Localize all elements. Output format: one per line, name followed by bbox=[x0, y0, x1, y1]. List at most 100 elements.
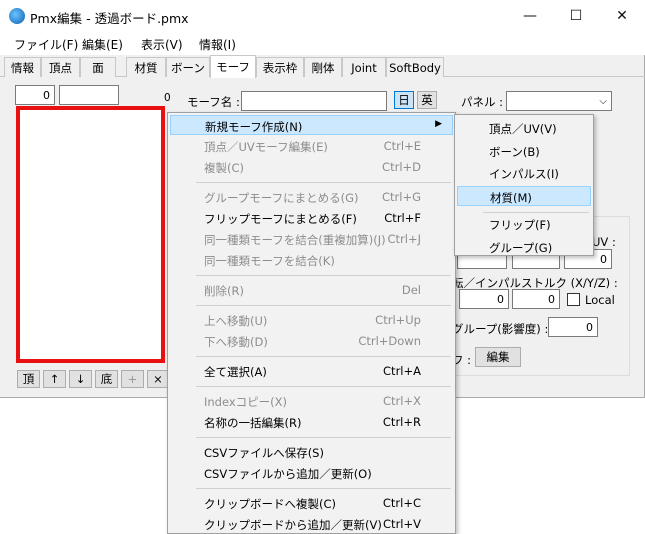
context-menu-item-shortcut: Ctrl+G bbox=[381, 190, 421, 204]
context-menu-item[interactable]: CSVファイルへ保存(S) bbox=[170, 442, 453, 462]
uv-label: UV : bbox=[592, 235, 616, 249]
edit-button[interactable]: 編集 bbox=[475, 347, 521, 367]
context-menu-item-shortcut: Ctrl+E bbox=[383, 139, 421, 153]
group-weight-input[interactable]: 0 bbox=[548, 317, 598, 337]
context-menu-item[interactable]: クリップボードから追加／更新(V) Ctrl+V bbox=[170, 514, 453, 534]
move-up-button[interactable]: ↑ bbox=[43, 370, 66, 388]
context-menu-item-label: 複製(C) bbox=[204, 161, 245, 175]
window-title: Pmx編集 - 透過ボード.pmx bbox=[30, 11, 189, 26]
local-checkbox[interactable] bbox=[567, 293, 580, 306]
submenu-item[interactable]: グループ(G) bbox=[457, 237, 591, 257]
context-menu-item[interactable]: 複製(C) Ctrl+D bbox=[170, 157, 453, 177]
group-weight-label: グループ(影響度) : bbox=[452, 322, 549, 336]
context-menu-item-label: 新規モーフ作成(N) bbox=[205, 120, 303, 134]
add-button[interactable]: + bbox=[121, 370, 144, 388]
context-menu-item[interactable]: 同一種類モーフを結合(重複加算)(J) Ctrl+J bbox=[170, 229, 453, 249]
context-menu-item-shortcut: Ctrl+X bbox=[383, 394, 421, 408]
morph-search-input[interactable] bbox=[59, 85, 119, 105]
menu-bar: ファイル(F) 編集(E) 表示(V) 情報(I) bbox=[0, 31, 645, 55]
close-button[interactable]: ✕ bbox=[599, 0, 645, 31]
context-menu-item-shortcut: Ctrl+Down bbox=[358, 334, 421, 348]
menu-separator bbox=[196, 305, 451, 306]
tab-material[interactable]: 材質 bbox=[126, 57, 166, 77]
english-name-button[interactable]: 英 bbox=[417, 91, 437, 109]
japanese-name-button[interactable]: 日 bbox=[394, 91, 414, 109]
submenu-item-label: 材質(M) bbox=[490, 190, 532, 205]
move-top-button[interactable]: 頂 bbox=[17, 370, 40, 388]
menu-edit[interactable]: 編集(E) bbox=[82, 36, 123, 53]
context-menu-item-label: 名称の一括編集(R) bbox=[204, 416, 302, 430]
context-menu-item-shortcut: Ctrl+D bbox=[382, 160, 421, 174]
context-menu-item[interactable]: グループモーフにまとめる(G) Ctrl+G bbox=[170, 187, 453, 207]
submenu-item[interactable]: ボーン(B) bbox=[457, 141, 591, 161]
rotation-x-input[interactable]: 0 bbox=[459, 289, 509, 309]
submenu-item-label: 頂点／UV(V) bbox=[489, 122, 557, 136]
context-menu-item-label: 頂点／UVモーフ編集(E) bbox=[204, 140, 328, 154]
context-menu-item-shortcut: Ctrl+V bbox=[383, 517, 421, 531]
chevron-down-icon: ⌵ bbox=[599, 95, 607, 107]
submenu-item[interactable]: 材質(M) bbox=[457, 185, 591, 206]
context-menu-item-label: 同一種類モーフを結合(K) bbox=[204, 254, 335, 268]
tab-morph[interactable]: モーフ bbox=[210, 55, 256, 78]
context-menu-item-label: Indexコピー(X) bbox=[204, 395, 288, 409]
context-menu-item-label: 下へ移動(D) bbox=[204, 335, 268, 349]
rotation-y-input[interactable]: 0 bbox=[512, 289, 560, 309]
move-down-button[interactable]: ↓ bbox=[69, 370, 92, 388]
context-menu-item-label: CSVファイルへ保存(S) bbox=[204, 446, 324, 460]
tab-vertex[interactable]: 頂点 bbox=[41, 57, 80, 77]
submenu-item-label: インパルス(I) bbox=[489, 167, 559, 181]
submenu-item-label: ボーン(B) bbox=[489, 144, 540, 159]
context-menu-item[interactable]: 頂点／UVモーフ編集(E) Ctrl+E bbox=[170, 136, 453, 156]
menu-separator bbox=[483, 212, 589, 213]
context-menu-item-label: フリップモーフにまとめる(F) bbox=[204, 212, 357, 226]
menu-info[interactable]: 情報(I) bbox=[199, 36, 236, 53]
context-menu-item[interactable]: 上へ移動(U) Ctrl+Up bbox=[170, 310, 453, 330]
context-menu-item-label: 同一種類モーフを結合(重複加算)(J) bbox=[204, 233, 386, 247]
menu-view[interactable]: 表示(V) bbox=[141, 36, 183, 53]
new-morph-submenu: 頂点／UV(V) ボーン(B) インパルス(I) 材質(M) フリップ(F) グループ(G… bbox=[454, 114, 594, 256]
title-bar: Pmx編集 - 透過ボード.pmx — ☐ ✕ bbox=[0, 0, 645, 31]
menu-separator bbox=[196, 437, 451, 438]
morph-name-input[interactable] bbox=[241, 91, 387, 111]
morph-list[interactable] bbox=[16, 106, 165, 363]
maximize-button[interactable]: ☐ bbox=[553, 0, 599, 31]
submenu-item-label: グループ(G) bbox=[489, 240, 553, 255]
tab-info[interactable]: 情報 bbox=[4, 57, 41, 77]
context-menu-item[interactable]: Indexコピー(X) Ctrl+X bbox=[170, 391, 453, 411]
context-menu-item[interactable]: 新規モーフ作成(N) ▶ bbox=[170, 115, 453, 135]
panel-select[interactable]: ⌵ bbox=[506, 91, 612, 111]
menu-separator bbox=[196, 182, 451, 183]
menu-separator bbox=[196, 488, 451, 489]
morph-count: 0 bbox=[164, 92, 171, 104]
context-menu-item-label: クリップボードへ複製(C) bbox=[204, 497, 337, 511]
tab-joint[interactable]: Joint bbox=[342, 57, 386, 77]
submenu-item[interactable]: フリップ(F) bbox=[457, 214, 591, 234]
menu-file[interactable]: ファイル(F) bbox=[14, 36, 78, 53]
context-menu-item[interactable]: 下へ移動(D) Ctrl+Down bbox=[170, 331, 453, 351]
context-menu-item[interactable]: クリップボードへ複製(C) Ctrl+C bbox=[170, 493, 453, 513]
submenu-item-label: フリップ(F) bbox=[489, 218, 551, 232]
context-menu-item[interactable]: 同一種類モーフを結合(K) bbox=[170, 250, 453, 270]
submenu-item[interactable]: インパルス(I) bbox=[457, 163, 591, 183]
move-bottom-button[interactable]: 底 bbox=[95, 370, 118, 388]
tab-face[interactable]: 面 bbox=[80, 57, 116, 77]
context-menu-item[interactable]: 名称の一括編集(R) Ctrl+R bbox=[170, 412, 453, 432]
delete-button[interactable]: × bbox=[147, 370, 169, 388]
tab-softbody[interactable]: SoftBody bbox=[386, 57, 444, 77]
context-menu-item-label: 上へ移動(U) bbox=[204, 314, 268, 328]
context-menu-item-shortcut: Del bbox=[401, 283, 421, 297]
context-menu-item-label: クリップボードから追加／更新(V) bbox=[204, 518, 382, 532]
context-menu-item-shortcut: Ctrl+A bbox=[383, 364, 421, 378]
tab-display-frame[interactable]: 表示枠 bbox=[256, 57, 304, 77]
tab-bone[interactable]: ボーン bbox=[166, 57, 210, 77]
context-menu-item-shortcut: Ctrl+R bbox=[382, 415, 421, 429]
context-menu-item[interactable]: 全て選択(A) Ctrl+A bbox=[170, 361, 453, 381]
tab-rigid-body[interactable]: 剛体 bbox=[304, 57, 342, 77]
morph-index-input[interactable]: 0 bbox=[15, 85, 55, 105]
context-menu-item[interactable]: CSVファイルから追加／更新(O) bbox=[170, 463, 453, 483]
context-menu-item[interactable]: 削除(R) Del bbox=[170, 280, 453, 300]
menu-separator bbox=[196, 356, 451, 357]
minimize-button[interactable]: — bbox=[507, 0, 553, 31]
context-menu-item[interactable]: フリップモーフにまとめる(F) Ctrl+F bbox=[170, 208, 453, 228]
submenu-item[interactable]: 頂点／UV(V) bbox=[457, 118, 591, 138]
